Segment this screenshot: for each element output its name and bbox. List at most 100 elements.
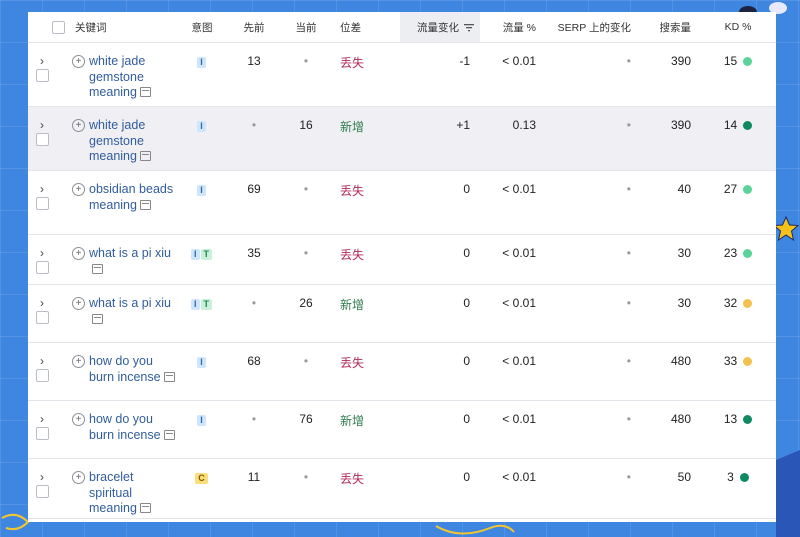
expand-row-chevron-icon[interactable]: › bbox=[32, 354, 52, 368]
keywords-table-panel: 关键词 意图 先前 当前 位差 流量变化 流量 % SERP 上的变化 搜索量 … bbox=[28, 12, 776, 522]
table-row[interactable]: › + what is a pi xiu I T • 26 新增 0 < 0.01 • 30 32 bbox=[28, 284, 776, 343]
traffic-change: 0 bbox=[463, 354, 470, 368]
expand-row-chevron-icon[interactable]: › bbox=[32, 296, 52, 310]
table-row[interactable]: › + white jade gemstone meaning I 13 • 丢失 -1 < 0… bbox=[28, 42, 776, 107]
row-checkbox[interactable] bbox=[36, 427, 49, 441]
search-volume: 50 bbox=[677, 470, 691, 484]
serp-preview-icon[interactable] bbox=[92, 313, 103, 324]
add-keyword-icon[interactable]: + bbox=[72, 247, 85, 260]
intent-cell: C bbox=[176, 459, 228, 484]
intent-cell: I bbox=[176, 171, 228, 196]
serp-preview-icon[interactable] bbox=[163, 429, 175, 440]
intent-badge: C bbox=[195, 473, 208, 484]
add-keyword-icon[interactable]: + bbox=[72, 471, 85, 484]
row-checkbox[interactable] bbox=[36, 69, 49, 83]
table-row[interactable]: › + what is a pi xiu I T 35 • 丢失 0 < 0.01 • 30 23 bbox=[28, 234, 776, 285]
keyword-link[interactable]: what is a pi xiu bbox=[89, 246, 171, 260]
header-traffic-change[interactable]: 流量变化 bbox=[400, 12, 480, 43]
expand-row-chevron-icon[interactable]: › bbox=[32, 182, 52, 196]
expand-row-chevron-icon[interactable]: › bbox=[32, 118, 52, 132]
add-keyword-icon[interactable]: + bbox=[72, 119, 85, 132]
kd-difficulty-dot bbox=[743, 415, 753, 424]
search-volume: 40 bbox=[677, 182, 691, 196]
row-checkbox[interactable] bbox=[36, 369, 49, 383]
kd-difficulty-dot bbox=[743, 299, 753, 308]
table-row[interactable]: › + bracelet spiritual meaning C 11 • 丢失 0 < 0.0… bbox=[28, 458, 776, 519]
header-position-diff[interactable]: 位差 bbox=[332, 12, 400, 43]
traffic-change: -1 bbox=[459, 54, 470, 68]
select-all-checkbox[interactable] bbox=[52, 20, 65, 34]
kd-cell: 23 bbox=[700, 235, 776, 260]
keyword-link[interactable]: white jade gemstone meaning bbox=[89, 118, 145, 163]
serp-preview-icon[interactable] bbox=[92, 263, 103, 274]
header-volume[interactable]: 搜索量 bbox=[635, 12, 700, 43]
kd-cell: 15 bbox=[700, 43, 776, 68]
keyword-link[interactable]: bracelet spiritual meaning bbox=[89, 470, 137, 515]
add-keyword-icon[interactable]: + bbox=[72, 297, 85, 310]
current-position: • bbox=[303, 246, 309, 260]
kd-difficulty-dot bbox=[743, 57, 753, 66]
add-keyword-icon[interactable]: + bbox=[72, 355, 85, 368]
header-traffic-pct[interactable]: 流量 % bbox=[480, 12, 540, 43]
serp-change: • bbox=[626, 470, 631, 484]
keyword-link[interactable]: how do you burn incense bbox=[89, 412, 161, 442]
row-checkbox[interactable] bbox=[36, 311, 49, 325]
search-volume: 480 bbox=[670, 412, 691, 426]
row-checkbox[interactable] bbox=[36, 485, 49, 499]
traffic-pct: < 0.01 bbox=[502, 246, 536, 260]
serp-change: • bbox=[626, 246, 631, 260]
previous-position: • bbox=[251, 296, 257, 310]
expand-row-chevron-icon[interactable]: › bbox=[32, 470, 52, 484]
header-intent[interactable]: 意图 bbox=[176, 12, 228, 43]
kd-cell: 27 bbox=[700, 171, 776, 196]
header-current[interactable]: 当前 bbox=[280, 12, 332, 43]
add-keyword-icon[interactable]: + bbox=[72, 413, 85, 426]
add-keyword-icon[interactable]: + bbox=[72, 183, 85, 196]
header-previous[interactable]: 先前 bbox=[228, 12, 280, 43]
row-checkbox[interactable] bbox=[36, 261, 49, 275]
header-kd[interactable]: KD % bbox=[700, 12, 776, 43]
traffic-change: 0 bbox=[463, 182, 470, 196]
keyword-cell: + obsidian beads meaning bbox=[72, 182, 176, 213]
intent-badge: I bbox=[197, 185, 206, 196]
keyword-link[interactable]: how do you burn incense bbox=[89, 354, 161, 384]
sort-descending-icon[interactable] bbox=[464, 23, 474, 32]
expand-row-chevron-icon[interactable]: › bbox=[32, 246, 52, 260]
serp-preview-icon[interactable] bbox=[139, 87, 151, 97]
expand-row-chevron-icon[interactable]: › bbox=[32, 54, 52, 68]
serp-change: • bbox=[626, 412, 631, 426]
kd-value: 3 bbox=[727, 470, 734, 484]
table-row[interactable]: › + how do you burn incense I • 76 新增 0 < 0.01 • 4… bbox=[28, 400, 776, 459]
serp-preview-icon[interactable] bbox=[139, 199, 151, 210]
kd-value: 32 bbox=[723, 296, 738, 310]
keyword-link[interactable]: what is a pi xiu bbox=[89, 296, 171, 310]
table-row[interactable]: › + how do you burn incense I 68 • 丢失 0 < 0.01 • 4… bbox=[28, 342, 776, 401]
intent-cell: I bbox=[176, 43, 228, 68]
serp-preview-icon[interactable] bbox=[139, 151, 151, 161]
keyword-link[interactable]: obsidian beads meaning bbox=[89, 182, 173, 212]
add-keyword-icon[interactable]: + bbox=[72, 55, 85, 68]
traffic-pct: 0.13 bbox=[512, 118, 536, 132]
serp-preview-icon[interactable] bbox=[139, 503, 151, 513]
keyword-link[interactable]: white jade gemstone meaning bbox=[89, 54, 145, 99]
kd-value: 33 bbox=[723, 354, 738, 368]
expand-row-chevron-icon[interactable]: › bbox=[32, 412, 52, 426]
row-checkbox[interactable] bbox=[36, 197, 49, 211]
intent-cell: I bbox=[176, 107, 228, 132]
position-diff: 新增 bbox=[340, 414, 365, 428]
header-keyword[interactable]: 关键词 bbox=[72, 12, 176, 43]
traffic-change: 0 bbox=[463, 296, 470, 310]
keyword-cell: + how do you burn incense bbox=[72, 412, 176, 443]
row-checkbox[interactable] bbox=[36, 133, 49, 147]
header-serp-change[interactable]: SERP 上的变化 bbox=[540, 12, 635, 43]
intent-badge: I bbox=[197, 357, 206, 368]
search-volume: 390 bbox=[670, 118, 691, 132]
keyword-cell: + white jade gemstone meaning bbox=[72, 118, 176, 165]
traffic-change: 0 bbox=[463, 246, 470, 260]
kd-cell: 33 bbox=[700, 343, 776, 368]
table-row[interactable]: › + white jade gemstone meaning I • 16 新增 +1 0.1… bbox=[28, 106, 776, 171]
keyword-cell: + bracelet spiritual meaning bbox=[72, 470, 176, 517]
table-row[interactable]: › + obsidian beads meaning I 69 • 丢失 0 < 0.01 • 40… bbox=[28, 170, 776, 235]
previous-position: 11 bbox=[247, 470, 261, 484]
serp-preview-icon[interactable] bbox=[163, 371, 175, 382]
